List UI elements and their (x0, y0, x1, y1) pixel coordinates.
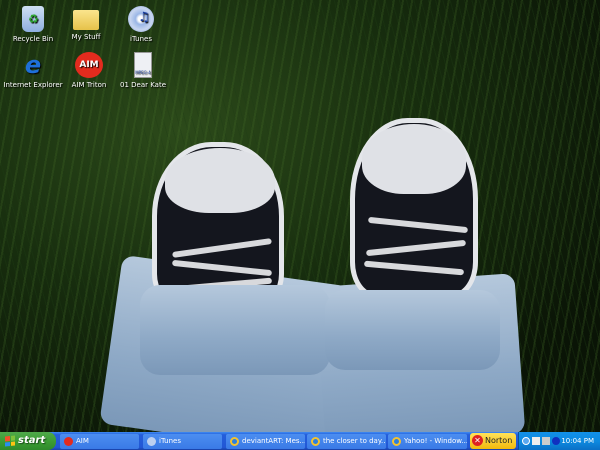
shoe-right-toe (362, 124, 466, 194)
folder-icon (73, 10, 99, 30)
jeans-cuff-left (140, 285, 330, 375)
itunes-icon: ♫ (128, 6, 154, 32)
internet-explorer-icon (230, 437, 239, 446)
tray-collapse-icon[interactable] (522, 437, 530, 445)
task-button-aim[interactable]: AIM (60, 434, 139, 449)
task-label: Yahoo! - Window... (404, 437, 467, 445)
aim-icon (64, 437, 73, 446)
jeans-cuff-right (325, 290, 500, 370)
recycle-bin-icon: ♻ (22, 6, 44, 32)
shoe-left-toe (165, 148, 275, 213)
clock[interactable]: 10:04 PM (561, 432, 594, 450)
icon-label: iTunes (130, 35, 152, 43)
aim-icon: AIM (75, 52, 103, 78)
internet-explorer-icon (311, 437, 320, 446)
task-label: the closer to day... (323, 437, 386, 445)
norton-label: Norton (485, 436, 513, 445)
itunes-icon (147, 437, 156, 446)
desktop-icon-itunes[interactable]: ♫ iTunes (108, 6, 174, 43)
internet-explorer-icon (392, 437, 401, 446)
task-button-itunes[interactable]: iTunes (143, 434, 222, 449)
icon-label: Internet Explorer (3, 81, 63, 89)
icon-label: AIM Triton (71, 81, 107, 89)
task-label: deviantART: Mes... (242, 437, 305, 445)
mpeg4-file-icon: MPEG-4 (134, 52, 152, 78)
tray-network-icon[interactable] (542, 437, 550, 445)
taskbar: start AIM iTunes deviantART: Mes... the … (0, 432, 600, 450)
task-button-the-closer[interactable]: the closer to day... (307, 434, 386, 449)
windows-logo-icon (5, 435, 15, 447)
icon-label: 01 Dear Kate (119, 81, 167, 89)
system-tray: 10:04 PM (518, 432, 600, 450)
internet-explorer-icon: e (24, 51, 42, 79)
tray-document-icon[interactable] (532, 437, 540, 445)
task-button-yahoo[interactable]: Yahoo! - Window... (388, 434, 467, 449)
icon-label: My Stuff (71, 33, 101, 41)
task-label: AIM (76, 437, 89, 445)
task-button-deviantart[interactable]: deviantART: Mes... (226, 434, 305, 449)
desktop-icon-01-dear-kate[interactable]: MPEG-4 01 Dear Kate (110, 52, 176, 89)
icon-label: Recycle Bin (12, 35, 54, 43)
norton-x-icon: ✕ (472, 435, 483, 446)
start-button[interactable]: start (0, 432, 56, 450)
tray-messenger-icon[interactable] (552, 437, 560, 445)
task-label: iTunes (159, 437, 181, 445)
start-label: start (18, 435, 46, 446)
norton-button[interactable]: ✕ Norton (470, 433, 516, 449)
